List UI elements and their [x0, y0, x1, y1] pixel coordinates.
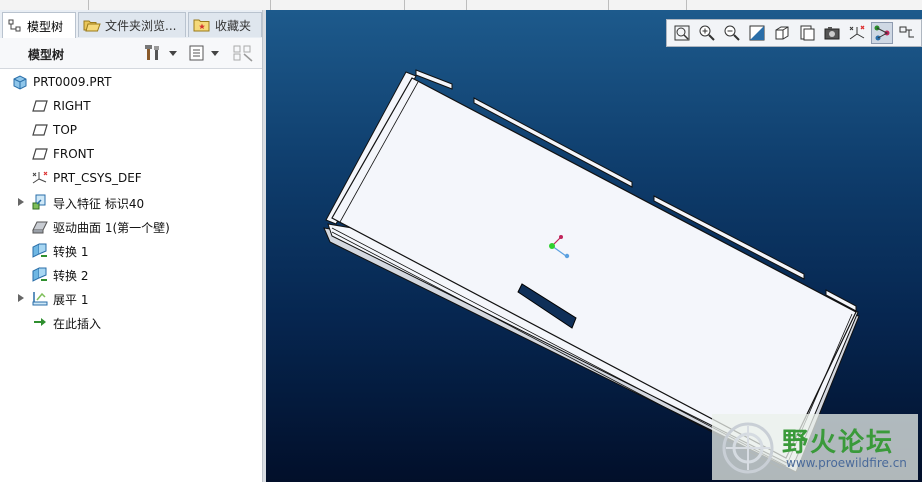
- tree-item-label: TOP: [53, 123, 78, 137]
- tree-item-import-feature[interactable]: 导入特征 标识40: [0, 190, 260, 214]
- tree-filter-icon: [233, 45, 253, 62]
- zoom-out-icon: [724, 25, 740, 41]
- display-style-button[interactable]: [771, 22, 793, 44]
- datum-plane-icon: [32, 148, 48, 160]
- sheetmetal-part-model: [323, 69, 860, 473]
- tree-item-convert-1[interactable]: 转换 1: [0, 238, 260, 262]
- view-manager-icon: [824, 27, 840, 40]
- ribbon-separator: [404, 0, 405, 10]
- ribbon-separator: [686, 0, 687, 10]
- display-style-icon: [775, 26, 789, 40]
- tree-item-root-part[interactable]: PRT0009.PRT: [0, 70, 260, 94]
- expand-arrow-icon[interactable]: [18, 198, 24, 206]
- refit-button[interactable]: [671, 22, 693, 44]
- tree-item-label: 在此插入: [53, 317, 102, 331]
- annotation-display-button[interactable]: [896, 22, 918, 44]
- model-tree-title: 模型树: [28, 48, 65, 62]
- part-icon: [13, 75, 27, 90]
- repaint-button[interactable]: [746, 22, 768, 44]
- ribbon-separator: [88, 0, 89, 10]
- csys-icon: [32, 171, 48, 184]
- chevron-down-icon: [211, 50, 219, 56]
- tree-item-csys[interactable]: PRT_CSYS_DEF: [0, 166, 260, 190]
- refit-icon: [674, 25, 690, 41]
- graphics-viewport[interactable]: 野火论坛 www.proewildfire.cn: [266, 10, 922, 482]
- list-options-icon: [189, 45, 204, 61]
- ribbon-separator: [466, 0, 467, 10]
- zoom-in-icon: [699, 25, 715, 41]
- annotation-display-icon: [899, 26, 914, 38]
- tree-item-label: 驱动曲面 1(第一个壁): [53, 221, 170, 235]
- tree-item-label: 导入特征 标识40: [53, 197, 145, 211]
- forum-logo-icon: [722, 422, 774, 474]
- tab-model-tree[interactable]: 模型树: [2, 12, 76, 39]
- datum-plane-icon: [32, 124, 48, 136]
- ribbon-separator: [608, 0, 609, 10]
- zoom-in-button[interactable]: [696, 22, 718, 44]
- convert-icon: [32, 267, 47, 282]
- folder-browser-icon: [83, 20, 101, 32]
- tools-icon: [145, 45, 159, 60]
- forum-watermark: 野火论坛 www.proewildfire.cn: [712, 414, 918, 480]
- flatten-icon: [32, 292, 48, 306]
- tree-item-flatten-1[interactable]: 展平 1: [0, 286, 260, 310]
- datum-plane-icon: [32, 100, 48, 112]
- view-manager-button[interactable]: [821, 22, 843, 44]
- repaint-icon: [749, 25, 765, 41]
- watermark-title: 野火论坛: [782, 428, 895, 458]
- spin-center-icon: [874, 25, 890, 41]
- ribbon-separator: [270, 0, 271, 10]
- saved-views-icon: [800, 25, 815, 41]
- model-tree-header: 模型树: [0, 38, 264, 69]
- favorites-icon: [193, 19, 210, 32]
- model-tree-icon: [8, 19, 21, 32]
- tab-favorites[interactable]: 收藏夹: [188, 12, 262, 37]
- tab-folder-browser[interactable]: 文件夹浏览...: [78, 12, 186, 37]
- navigator-tabs: 模型树 文件夹浏览... 收藏夹: [0, 10, 264, 39]
- tree-item-label: RIGHT: [53, 99, 91, 113]
- navigator-panel: 模型树 文件夹浏览... 收藏夹 模型树 PRT0009.PRT RIGHT T…: [0, 10, 264, 482]
- chevron-down-icon: [169, 50, 177, 56]
- tree-item-label: FRONT: [53, 147, 94, 161]
- tree-item-label: 转换 2: [53, 269, 89, 283]
- show-options-button[interactable]: [188, 43, 219, 63]
- tab-label: 收藏夹: [215, 18, 252, 33]
- tree-item-label: PRT0009.PRT: [33, 75, 112, 89]
- tree-item-label: 转换 1: [53, 245, 89, 259]
- tree-item-front[interactable]: FRONT: [0, 142, 260, 166]
- settings-tools-button[interactable]: [144, 43, 177, 63]
- datum-display-icon: [849, 25, 865, 40]
- spin-center-button[interactable]: [871, 22, 893, 44]
- driving-surface-icon: [32, 221, 48, 234]
- tab-label: 文件夹浏览...: [105, 18, 177, 33]
- datum-display-button[interactable]: [846, 22, 868, 44]
- tree-item-insert-here[interactable]: 在此插入: [0, 310, 260, 334]
- zoom-out-button[interactable]: [721, 22, 743, 44]
- view-toolbar: [666, 19, 922, 47]
- insert-here-arrow-icon: [34, 318, 46, 326]
- tree-item-driving-surface[interactable]: 驱动曲面 1(第一个壁): [0, 214, 260, 238]
- watermark-url: www.proewildfire.cn: [786, 456, 907, 470]
- import-feature-icon: [32, 194, 46, 210]
- tree-item-top[interactable]: TOP: [0, 118, 260, 142]
- expand-arrow-icon[interactable]: [18, 294, 24, 302]
- tree-item-right[interactable]: RIGHT: [0, 94, 260, 118]
- tab-label: 模型树: [27, 19, 64, 34]
- saved-views-button[interactable]: [796, 22, 818, 44]
- convert-icon: [32, 243, 47, 258]
- tree-item-convert-2[interactable]: 转换 2: [0, 262, 260, 286]
- tree-item-label: PRT_CSYS_DEF: [53, 171, 142, 185]
- filter-tree-button[interactable]: [232, 43, 254, 63]
- tree-item-label: 展平 1: [53, 293, 89, 307]
